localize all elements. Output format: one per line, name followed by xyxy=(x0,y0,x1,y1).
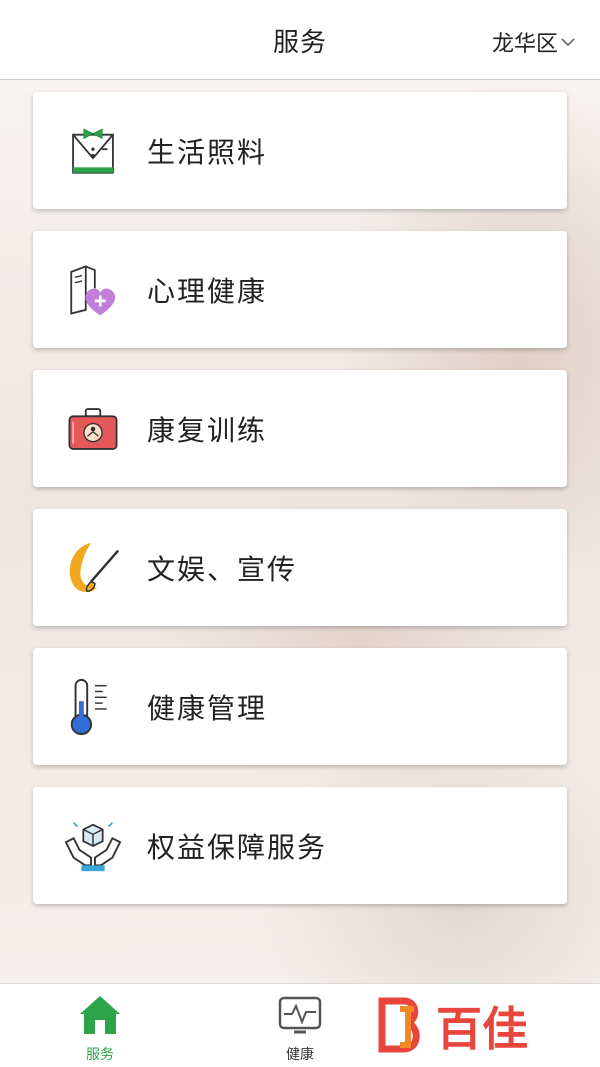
region-label: 龙华区 xyxy=(491,32,558,57)
paintbrush-icon xyxy=(61,536,125,600)
service-card-rehab-training[interactable]: 康复训练 xyxy=(33,370,567,487)
region-selector[interactable]: 龙华区 xyxy=(492,26,576,58)
service-label: 权益保障服务 xyxy=(147,830,328,864)
tab-services[interactable]: 服务 xyxy=(50,992,150,1064)
butler-icon xyxy=(61,119,125,183)
service-list: 生活照料 心理健康 康复训练 文娱、宣传 健康管理 权益保障服务 xyxy=(33,92,567,926)
service-label: 生活照料 xyxy=(147,135,268,169)
home-icon xyxy=(80,996,120,1034)
chevron-down-icon xyxy=(561,38,575,47)
service-card-mental-health[interactable]: 心理健康 xyxy=(33,231,567,348)
tab-label: 健康 xyxy=(286,1047,314,1063)
thermometer-icon xyxy=(61,675,125,739)
service-card-life-care[interactable]: 生活照料 xyxy=(33,92,567,209)
service-card-entertainment[interactable]: 文娱、宣传 xyxy=(33,509,567,626)
monitor-pulse-icon xyxy=(278,996,322,1034)
top-bar: 服务 龙华区 xyxy=(0,0,600,80)
service-label: 健康管理 xyxy=(147,691,268,725)
hands-cube-icon xyxy=(61,814,125,878)
service-card-rights-protection[interactable]: 权益保障服务 xyxy=(33,787,567,904)
tab-label: 服务 xyxy=(86,1047,114,1063)
service-card-health-management[interactable]: 健康管理 xyxy=(33,648,567,765)
watermark-logo: 百佳 xyxy=(378,997,528,1056)
heart-plus-icon xyxy=(61,258,125,322)
service-label: 心理健康 xyxy=(147,274,268,308)
tab-health[interactable]: 健康 xyxy=(250,992,350,1064)
service-label: 康复训练 xyxy=(147,413,268,447)
medical-kit-icon xyxy=(61,397,125,461)
service-label: 文娱、宣传 xyxy=(147,552,298,586)
watermark-text: 百佳 xyxy=(436,1002,528,1056)
